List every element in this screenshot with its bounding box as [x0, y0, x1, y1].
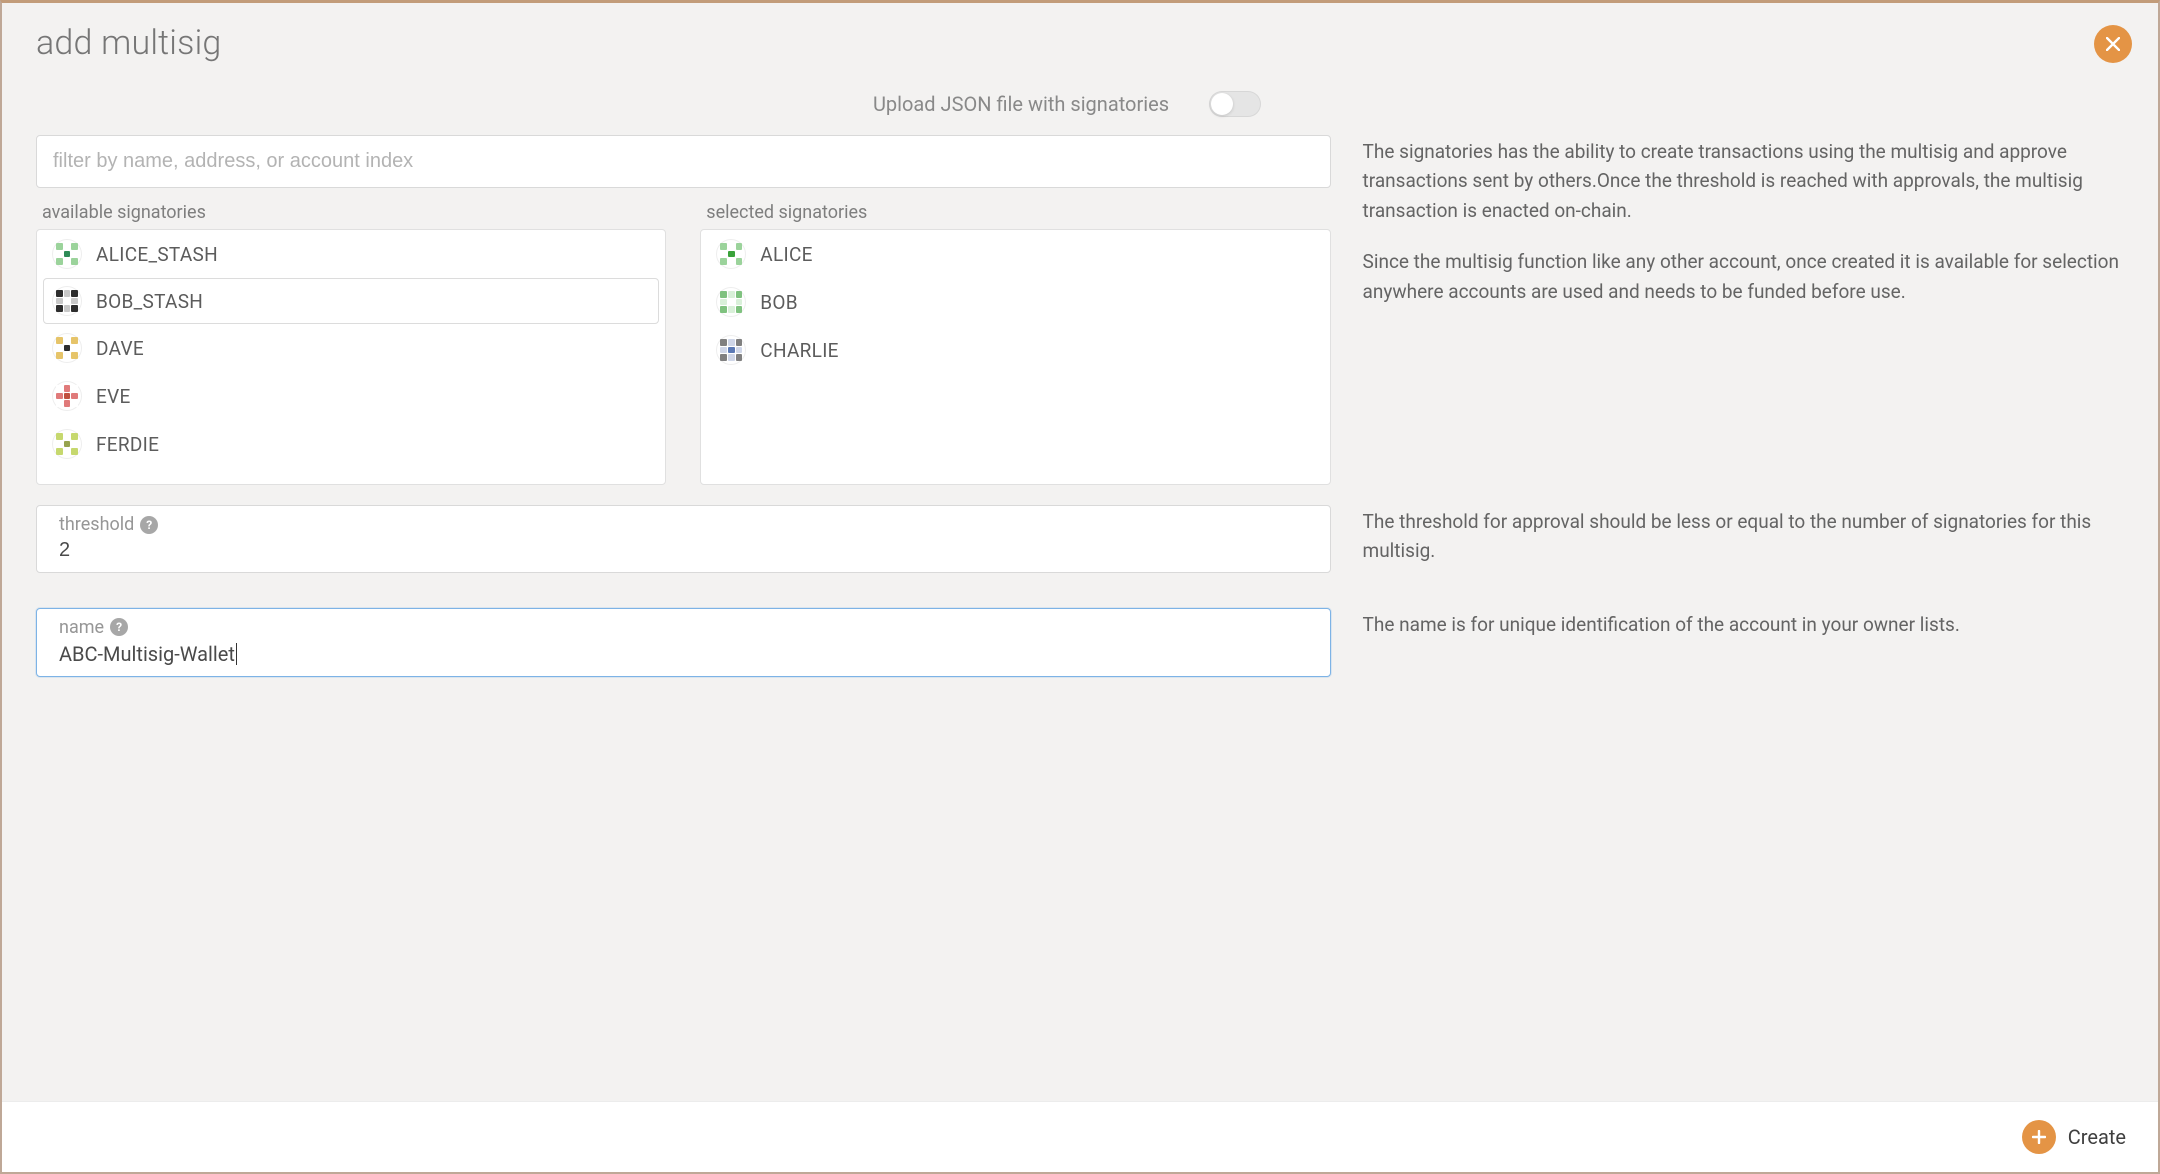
- threshold-section: threshold ? The threshold for approval s…: [36, 485, 2124, 588]
- signatory-name: DAVE: [96, 337, 144, 360]
- modal-title: add multisig: [36, 23, 2124, 63]
- toggle-knob: [1211, 93, 1233, 115]
- identicon: [716, 287, 746, 317]
- upload-json-row: Upload JSON file with signatories: [36, 91, 2124, 117]
- selected-signatories-list[interactable]: ALICE BOB CHARLIE: [700, 229, 1330, 485]
- signatory-item[interactable]: CHARLIE: [701, 326, 1329, 374]
- plus-icon: [2022, 1120, 2056, 1154]
- signatory-name: BOB_STASH: [96, 290, 203, 313]
- signatory-item[interactable]: DAVE: [37, 324, 665, 372]
- identicon: [52, 381, 82, 411]
- help-icon[interactable]: ?: [110, 618, 128, 636]
- name-field[interactable]: name ? ABC-Multisig-Wallet: [36, 608, 1331, 677]
- help-icon[interactable]: ?: [140, 516, 158, 534]
- close-button[interactable]: [2094, 25, 2132, 63]
- identicon: [52, 286, 82, 316]
- name-value: ABC-Multisig-Wallet: [59, 642, 235, 666]
- threshold-help: The threshold for approval should be les…: [1363, 507, 2124, 566]
- identicon: [52, 239, 82, 269]
- signatory-item[interactable]: EVE: [37, 372, 665, 420]
- create-button[interactable]: Create: [2022, 1120, 2126, 1154]
- threshold-field[interactable]: threshold ?: [36, 505, 1331, 573]
- selected-signatories-label: selected signatories: [700, 202, 1330, 223]
- signatory-item[interactable]: ALICE_STASH: [37, 230, 665, 278]
- text-caret: [236, 643, 237, 665]
- signatories-help-1: The signatories has the ability to creat…: [1363, 137, 2124, 225]
- identicon: [52, 333, 82, 363]
- add-multisig-modal: add multisig Upload JSON file with signa…: [2, 3, 2158, 1101]
- identicon: [716, 239, 746, 269]
- create-button-label: Create: [2068, 1125, 2126, 1149]
- signatory-name: ALICE_STASH: [96, 243, 218, 266]
- threshold-label: threshold: [59, 514, 134, 535]
- identicon: [52, 429, 82, 459]
- signatory-name: CHARLIE: [760, 339, 839, 362]
- signatory-item[interactable]: BOB_STASH: [43, 278, 659, 324]
- upload-json-label: Upload JSON file with signatories: [873, 92, 1169, 116]
- threshold-input[interactable]: [59, 539, 1314, 562]
- signatory-item[interactable]: BOB: [701, 278, 1329, 326]
- available-signatories-list[interactable]: ALICE_STASH BOB_STASH DAVE EVE FERDIE: [36, 229, 666, 485]
- signatory-name: FERDIE: [96, 433, 159, 456]
- available-signatories-label: available signatories: [36, 202, 666, 223]
- signatory-item[interactable]: ALICE: [701, 230, 1329, 278]
- name-section: name ? ABC-Multisig-Wallet The name is f…: [36, 588, 2124, 677]
- signatories-help-2: Since the multisig function like any oth…: [1363, 247, 2124, 306]
- identicon: [716, 335, 746, 365]
- signatory-name: EVE: [96, 385, 131, 408]
- name-label: name: [59, 617, 104, 638]
- upload-json-toggle[interactable]: [1209, 91, 1261, 117]
- modal-footer: Create: [2, 1101, 2158, 1172]
- signatory-item[interactable]: FERDIE: [37, 420, 665, 468]
- close-icon: [2106, 37, 2120, 51]
- name-help: The name is for unique identification of…: [1363, 610, 2124, 639]
- signatory-name: ALICE: [760, 243, 812, 266]
- signatories-section: available signatories ALICE_STASH BOB_STA…: [36, 135, 2124, 485]
- signatory-name: BOB: [760, 291, 798, 314]
- signatory-filter-input[interactable]: [36, 135, 1331, 188]
